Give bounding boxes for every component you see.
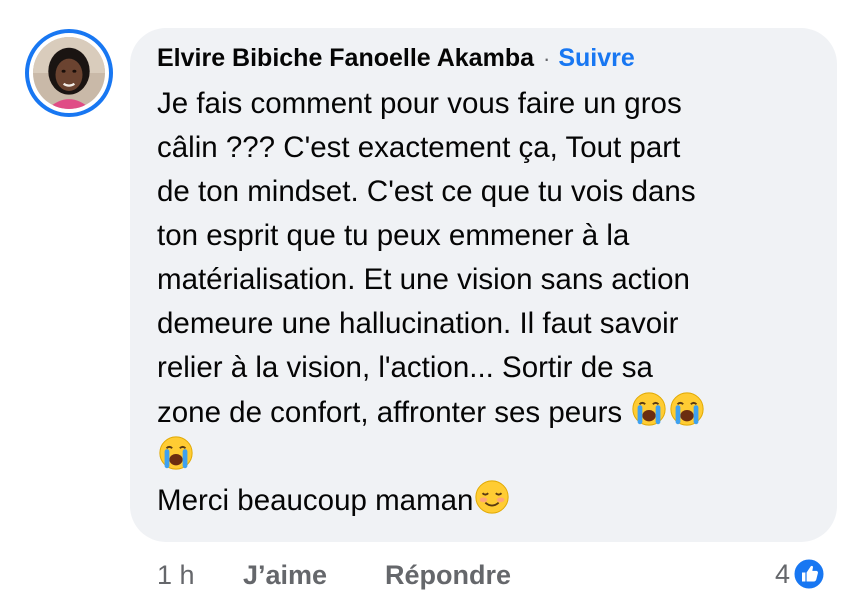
comment-header: Elvire Bibiche Fanoelle Akamba · Suivre <box>157 44 809 80</box>
comment-container: Elvire Bibiche Fanoelle Akamba · Suivre … <box>0 0 864 593</box>
comment-line: câlin ??? C'est exactement ça, Tout part <box>157 131 681 164</box>
comment-line: ton esprit que tu peux emmener à la <box>157 219 630 252</box>
like-button[interactable]: J’aime <box>243 560 327 591</box>
profile-photo <box>33 37 105 109</box>
reply-button[interactable]: Répondre <box>385 560 511 591</box>
comment-text: Je fais comment pour vous faire un gros … <box>157 82 809 522</box>
reaction-summary[interactable]: 4 <box>775 556 826 592</box>
comment-line-text: zone de confort, affronter ses peurs <box>157 396 623 429</box>
reaction-count: 4 <box>775 558 791 589</box>
comment-line-text: Merci beaucoup maman <box>157 484 474 517</box>
comment-bubble: Elvire Bibiche Fanoelle Akamba · Suivre … <box>130 28 837 542</box>
comment-line-emoji-only <box>157 434 809 478</box>
comment-actions: 1 h J’aime Répondre 4 <box>0 556 864 592</box>
avatar[interactable] <box>25 29 113 117</box>
timestamp[interactable]: 1 h <box>157 560 195 591</box>
comment-line-with-emoji: Merci beaucoup maman <box>157 478 809 522</box>
follow-button[interactable]: Suivre <box>558 44 634 73</box>
loudly-crying-face-icon <box>668 390 706 428</box>
loudly-crying-face-icon <box>630 390 668 428</box>
comment-line: de ton mindset. C'est ce que tu vois dan… <box>157 175 696 208</box>
separator-dot: · <box>543 46 551 71</box>
comment-line: demeure une hallucination. Il faut savoi… <box>157 307 679 340</box>
comment-line: matérialisation. Et une vision sans acti… <box>157 263 690 296</box>
loudly-crying-face-icon <box>157 434 195 472</box>
smiling-face-icon <box>473 478 511 516</box>
comment-line: Je fais comment pour vous faire un gros <box>157 87 682 120</box>
like-icon <box>792 557 826 591</box>
comment-line-with-emoji: zone de confort, affronter ses peurs <box>157 390 809 434</box>
author-name[interactable]: Elvire Bibiche Fanoelle Akamba <box>157 44 534 73</box>
comment-line: relier à la vision, l'action... Sortir d… <box>157 351 653 384</box>
